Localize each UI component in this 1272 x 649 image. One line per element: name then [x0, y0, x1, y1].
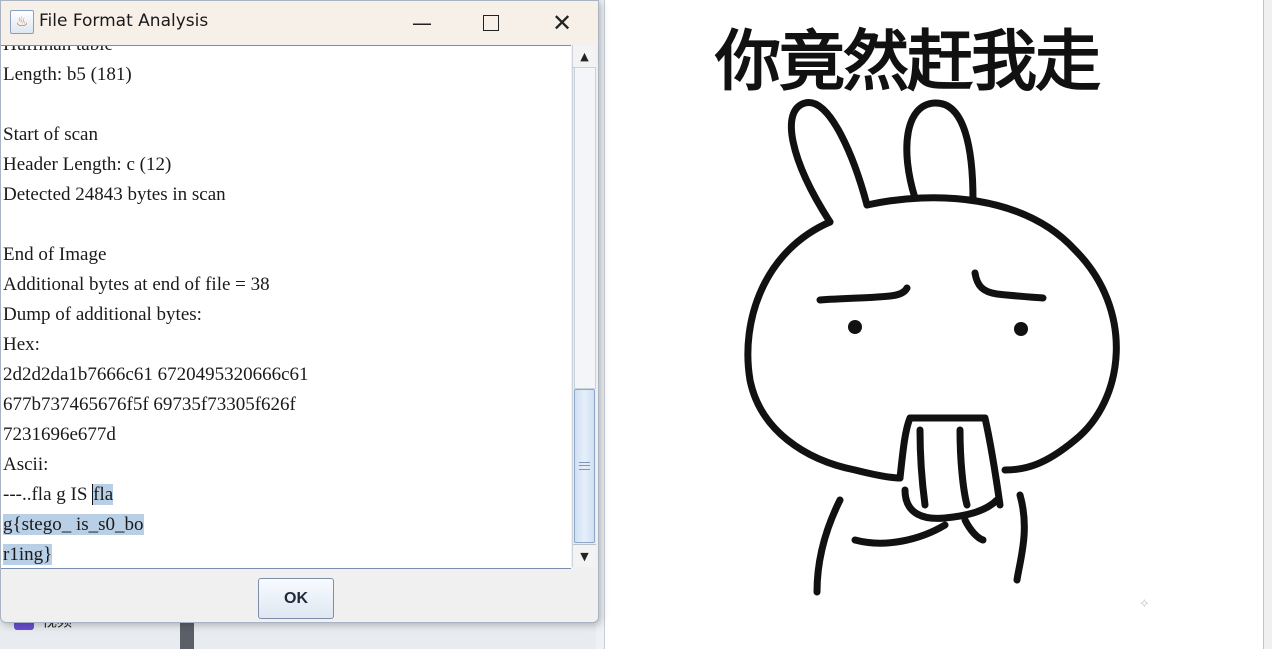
dialog-title: File Format Analysis	[39, 11, 209, 31]
background-window-edge-right	[1263, 0, 1272, 649]
text-line: Huffman table	[3, 46, 309, 60]
maximize-button[interactable]	[458, 1, 524, 44]
arrow-up-icon: ▲	[580, 49, 589, 63]
text-line: End of Image	[3, 244, 107, 265]
background-window-edge	[180, 620, 194, 649]
selected-text: g{stego_ is_s0_bo	[3, 514, 144, 535]
scroll-up-button[interactable]: ▲	[573, 45, 596, 68]
ascii-line-1: ---..fla g IS fla	[3, 480, 309, 510]
selected-text: r1ing}	[3, 544, 53, 565]
selected-text: fla	[92, 484, 114, 505]
text-line: Dump of additional bytes:	[3, 304, 202, 325]
title-bar[interactable]: ♨ File Format Analysis — ✕	[1, 1, 598, 44]
arrow-down-icon: ▼	[580, 549, 589, 563]
ascii-line-3: r1ing}	[3, 540, 309, 568]
minimize-button[interactable]: —	[389, 1, 455, 44]
ascii-text: ---..fla g IS	[3, 484, 93, 505]
text-line: Length: b5 (181)	[3, 64, 132, 85]
analysis-lines: Huffman table Length: b5 (181) Start of …	[3, 46, 309, 568]
java-app-icon: ♨	[10, 10, 34, 34]
bunny-illustration	[744, 99, 1120, 596]
text-line	[3, 90, 309, 120]
text-line: 2d2d2da1b7666c61 6720495320666c61	[3, 364, 309, 385]
text-line: Detected 24843 bytes in scan	[3, 184, 226, 205]
ok-button[interactable]: OK	[258, 578, 334, 619]
text-line: Ascii:	[3, 454, 49, 475]
scroll-down-button[interactable]: ▼	[573, 544, 596, 567]
close-icon: ✕	[551, 8, 573, 37]
text-line: 7231696e677d	[3, 424, 116, 445]
scroll-thumb[interactable]	[574, 389, 595, 543]
close-button[interactable]: ✕	[529, 1, 595, 44]
text-line: Header Length: c (12)	[3, 154, 172, 175]
text-line: 677b737465676f5f 69735f73305f626f	[3, 394, 296, 415]
scroll-track[interactable]	[574, 67, 596, 389]
ascii-line-2: g{stego_ is_s0_bo	[3, 510, 309, 540]
text-line: Hex:	[3, 334, 40, 355]
minimize-icon: —	[412, 10, 432, 35]
text-line	[3, 210, 309, 240]
text-line: Additional bytes at end of file = 38	[3, 274, 270, 295]
vertical-scrollbar[interactable]: ▲ ▼	[572, 45, 596, 567]
watermark-icon: ⟡	[1140, 596, 1149, 611]
meme-image: 你竟然赶我走 ⟡	[605, 0, 1262, 649]
file-format-analysis-dialog: ♨ File Format Analysis — ✕ Huffman table…	[0, 0, 599, 623]
text-line: Start of scan	[3, 124, 98, 145]
grip-icon	[579, 462, 590, 470]
analysis-text-area[interactable]: Huffman table Length: b5 (181) Start of …	[1, 45, 571, 569]
maximize-icon	[483, 14, 499, 31]
